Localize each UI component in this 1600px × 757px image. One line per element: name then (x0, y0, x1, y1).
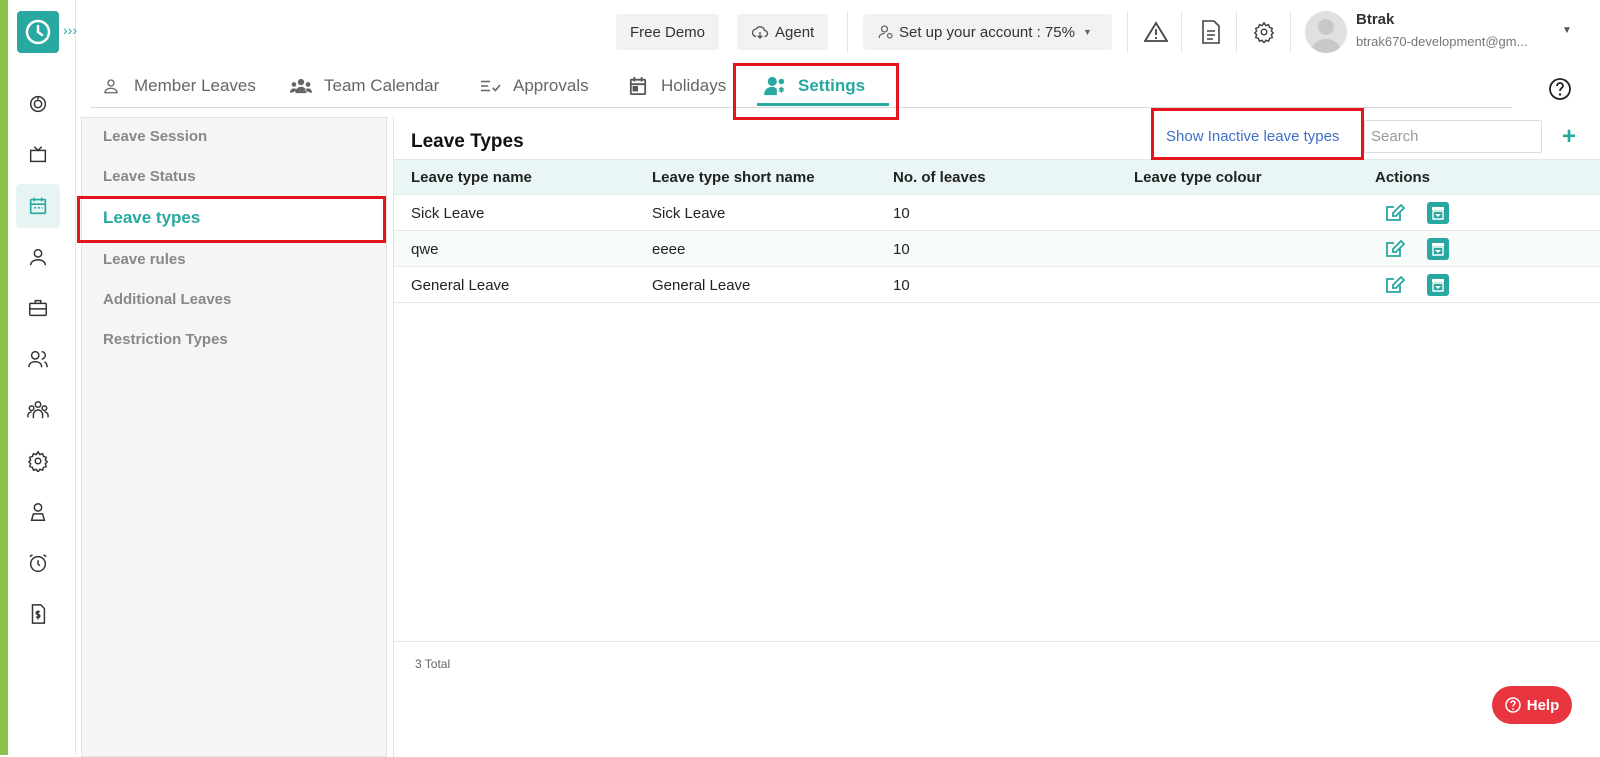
user-menu-chevron-icon[interactable]: ▼ (1562, 25, 1572, 36)
leave-types-panel: Leave Types Show Inactive leave types + … (393, 117, 1600, 757)
tab-label: Holidays (661, 76, 727, 95)
top-bar (76, 0, 1600, 64)
archive-icon[interactable] (1427, 274, 1449, 296)
cell-count: 10 (893, 277, 910, 294)
free-demo-button[interactable]: Free Demo (616, 14, 720, 50)
document-icon[interactable] (1199, 20, 1223, 44)
menu-item-leave-status[interactable]: Leave Status (103, 168, 196, 185)
setup-account-dropdown[interactable]: Set up your account : 75% ▼ (863, 14, 1112, 50)
app-window: ››› Free Demo Agent Set up your account … (0, 0, 1600, 757)
page-title: Leave Types (411, 131, 524, 152)
rail-users-icon[interactable] (16, 337, 60, 381)
rail-badge-user-icon[interactable] (16, 490, 60, 534)
app-logo[interactable] (17, 11, 59, 53)
rail-invoice-icon[interactable] (16, 592, 60, 636)
menu-item-additional-leaves[interactable]: Additional Leaves (103, 291, 231, 308)
rail-team-icon[interactable] (16, 388, 60, 432)
tab-label: Approvals (513, 76, 589, 95)
divider (1127, 12, 1128, 52)
agent-button[interactable]: Agent (737, 14, 829, 50)
divider (1181, 12, 1182, 52)
tab-team-calendar[interactable]: Team Calendar (290, 72, 439, 100)
rail-alarm-icon[interactable] (16, 541, 60, 585)
help-label: Help (1526, 696, 1560, 714)
cell-short-name: General Leave (652, 277, 751, 294)
rail-briefcase-icon[interactable] (16, 286, 60, 330)
tab-label: Member Leaves (134, 76, 256, 95)
free-demo-label: Free Demo (630, 23, 706, 41)
add-leave-type-icon[interactable]: + (1562, 123, 1576, 151)
tab-member-leaves[interactable]: Member Leaves (100, 72, 256, 100)
question-circle-icon (1504, 697, 1521, 713)
user-email: btrak670-development@gm... (1356, 34, 1528, 49)
cloud-download-icon (751, 26, 769, 39)
cell-short-name: Sick Leave (652, 205, 726, 222)
rail-tv-icon[interactable] (16, 133, 60, 177)
calendar-icon (627, 75, 649, 97)
rail-dashboard-icon[interactable] (16, 82, 60, 126)
person-icon (100, 75, 122, 97)
cell-name: Sick Leave (411, 205, 485, 222)
divider (1290, 12, 1291, 52)
table-row[interactable]: qwe eeee 10 (394, 231, 1600, 267)
column-header[interactable]: Leave type colour (1134, 169, 1262, 186)
chevron-down-icon: ▼ (1082, 27, 1092, 37)
user-name: Btrak (1356, 11, 1395, 28)
agent-label: Agent (775, 23, 815, 41)
cell-count: 10 (893, 205, 910, 222)
column-header[interactable]: Leave type name (411, 169, 532, 186)
help-button[interactable]: Help (1492, 686, 1572, 724)
rail-settings-icon[interactable] (16, 439, 60, 483)
divider (1236, 12, 1237, 52)
total-count: 3 Total (415, 657, 451, 671)
table-header: Leave type name Leave type short name No… (394, 159, 1600, 195)
expand-rail-icon[interactable]: ››› (63, 22, 77, 38)
help-icon[interactable] (1548, 77, 1572, 101)
clock-logo-icon (25, 19, 51, 45)
archive-icon[interactable] (1427, 202, 1449, 224)
window-edge (0, 0, 8, 755)
table-footer-divider (394, 641, 1600, 642)
avatar[interactable] (1305, 11, 1347, 53)
tab-label: Team Calendar (324, 76, 440, 95)
menu-item-restriction-types[interactable]: Restriction Types (103, 331, 228, 348)
cell-name: General Leave (411, 277, 510, 294)
group-icon (290, 75, 312, 97)
rail-user-icon[interactable] (16, 235, 60, 279)
edit-icon[interactable] (1385, 239, 1406, 258)
table-row[interactable]: Sick Leave Sick Leave 10 (394, 195, 1600, 231)
warning-icon[interactable] (1144, 20, 1168, 44)
checklist-icon (479, 75, 501, 97)
cell-short-name: eeee (652, 241, 686, 258)
column-header[interactable]: No. of leaves (893, 169, 986, 186)
user-setup-icon (878, 25, 893, 39)
table-row[interactable]: General Leave General Leave 10 (394, 267, 1600, 303)
menu-item-leave-session[interactable]: Leave Session (103, 128, 207, 145)
column-header[interactable]: Leave type short name (652, 169, 815, 186)
search-input[interactable] (1364, 120, 1542, 153)
tab-holidays[interactable]: Holidays (627, 72, 726, 100)
gear-icon[interactable] (1252, 20, 1276, 44)
cell-count: 10 (893, 241, 910, 258)
cell-name: qwe (411, 241, 439, 258)
edit-icon[interactable] (1385, 203, 1406, 222)
highlight-box-leave-types (77, 196, 386, 243)
rail-calendar-icon[interactable] (16, 184, 60, 228)
edit-icon[interactable] (1385, 275, 1406, 294)
menu-item-leave-rules[interactable]: Leave rules (103, 251, 186, 268)
highlight-box-settings (733, 63, 899, 120)
setup-label: Set up your account : 75% (899, 23, 1075, 41)
highlight-box-inactive-link (1151, 108, 1364, 160)
archive-icon[interactable] (1427, 238, 1449, 260)
divider (847, 12, 848, 52)
tab-approvals[interactable]: Approvals (479, 72, 589, 100)
column-header: Actions (1375, 169, 1431, 186)
